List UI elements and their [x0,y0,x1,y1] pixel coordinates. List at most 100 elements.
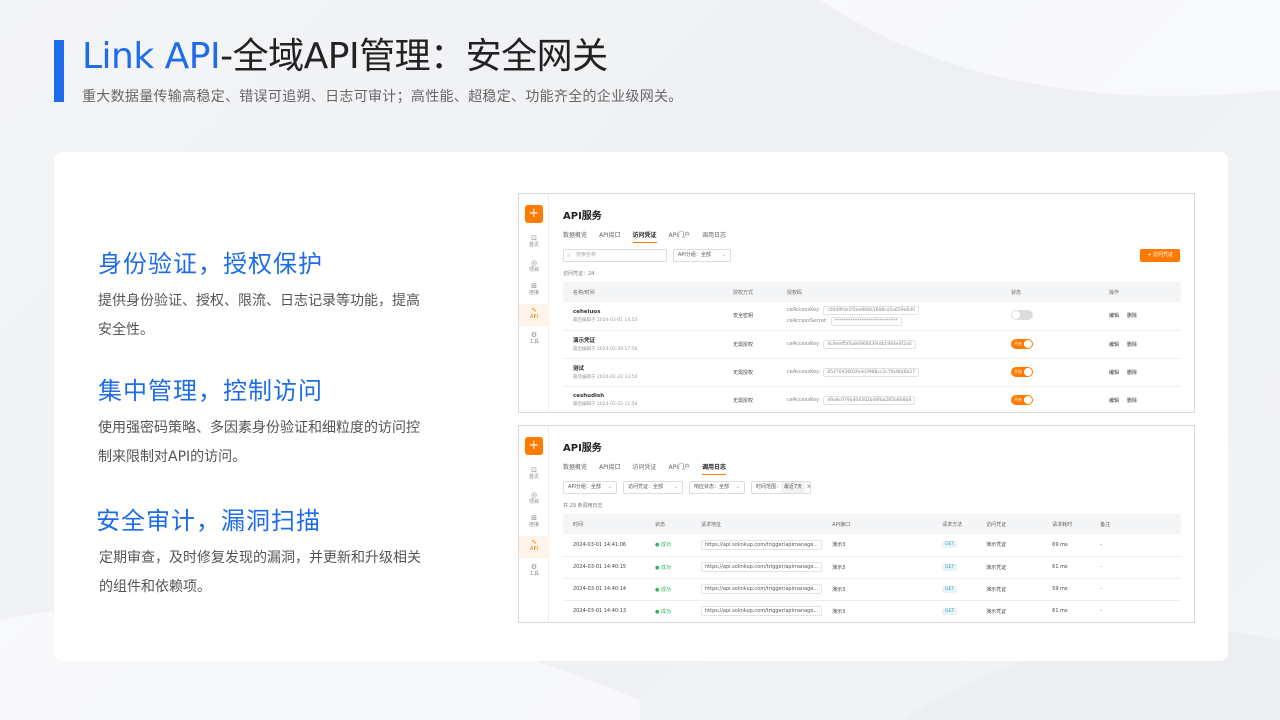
call-logs-screenshot: + ⊡ 首页 ◎ 项目 ⊞ 连接 ∿ API ⚙ 工具 API服务 数据概览 API接口 … [518,425,1195,623]
feature-heading: 身份验证，授权保护 [98,250,323,278]
access-key-field[interactable]: 8547043602fe4d3988cc2c7fb4846b27 [823,367,920,377]
access-secret-field[interactable]: **************************** [830,316,902,326]
status-badge: ● 成功 [645,578,691,601]
delete-link[interactable]: 删除 [1127,370,1137,376]
feature-heading: 集中管理，控制访问 [98,377,323,405]
create-button[interactable]: + [525,205,543,223]
api-icon: ∿ [531,306,537,314]
access-key-field[interactable]: 4c0eeff5f4a8496603f4db1984e0f2a0 [823,339,916,349]
status-toggle[interactable]: 开启 [1011,395,1033,405]
tab-api[interactable]: API接口 [599,230,621,243]
feature-body: 提供身份验证、授权、限流、日志记录等功能，提高安全性。 [98,293,420,338]
group-filter-select[interactable]: API分组：全部 ⌄ [563,481,617,494]
tab-logs[interactable]: 调用日志 [702,230,726,243]
table-row: ceheiuos 最后编辑于 2024-03-01 14:53 安全密钥 ceAc… [563,302,1181,331]
create-button[interactable]: + [525,437,543,455]
add-credential-button[interactable]: + 访问凭证 [1140,249,1180,262]
request-url[interactable]: https://api.solinkup.com/trigger/apimana… [701,584,823,594]
status-toggle[interactable]: 开启 [1011,339,1033,349]
feature-body: 使用强密码策略、多因素身份验证和细粒度的访问控制来限制对API的访问。 [98,420,420,465]
tools-icon: ⚙ [530,563,538,571]
tools-icon: ⚙ [530,331,538,339]
log-count: 共 29 条调用日志 [563,503,603,509]
feature-body: 定期审查，及时修复发现的漏洞，并更新和升级相关的组件和依赖项。 [99,550,421,595]
chevron-down-icon: ⌄ [673,484,678,490]
request-url[interactable]: https://api.solinkup.com/trigger/apimana… [701,562,823,572]
app-content: API服务 数据概览 API接口 访问凭证 API门户 调用日志 ⌕ 搜索名称 A… [549,194,1194,412]
app-content: API服务 数据概览 API接口 访问凭证 API门户 调用日志 API分组：全… [549,426,1194,622]
edit-link[interactable]: 编辑 [1109,313,1119,319]
delete-link[interactable]: 删除 [1127,342,1137,348]
rail-item-home[interactable]: ⊡ 首页 [519,235,549,249]
edit-link[interactable]: 编辑 [1109,398,1119,404]
table-row: 2024-03-01 14:40:15 ● 成功 https://api.sol… [563,556,1181,579]
group-filter-select[interactable]: API分组：全部 ⌄ [673,249,731,262]
project-icon: ◎ [530,491,538,499]
status-filter-select[interactable]: 响应状态：全部 ⌄ [689,481,745,494]
rail-item-project[interactable]: ◎ 项目 [519,260,549,274]
rail-item-tools[interactable]: ⚙ 工具 [519,564,549,578]
table-row: 2024-03-01 14:41:06 ● 成功 https://api.sol… [563,534,1181,557]
status-badge: ● 成功 [645,600,691,622]
tab-portal[interactable]: API门户 [669,230,691,243]
tab-bar: 数据概览 API接口 访问凭证 API门户 调用日志 [563,230,726,243]
rail-item-api[interactable]: ∿ API [519,536,549,558]
chevron-down-icon: ⌄ [735,484,740,490]
feature-heading: 安全审计，漏洞扫描 [96,507,321,535]
edit-link[interactable]: 编辑 [1109,342,1119,348]
status-toggle[interactable]: 开启 [1011,367,1033,377]
logs-table: 时间 状态 请求地址 API接口 请求方法 访问凭证 请求耗时 备注 2024-… [563,514,1181,622]
home-icon: ⊡ [531,234,537,242]
chevron-down-icon: ⌄ [607,484,612,490]
status-toggle[interactable] [1011,309,1033,320]
credential-count: 访问凭证：24 [563,271,595,277]
api-icon: ∿ [531,538,537,546]
feature-access-control: 集中管理，控制访问 使用强密码策略、多因素身份验证和细粒度的访问控制来限制对AP… [98,371,430,472]
rail-item-project[interactable]: ◎ 项目 [519,492,549,506]
tab-portal[interactable]: API门户 [669,462,691,475]
access-key-field[interactable]: d9a8c079a404302bd8fba285b868b8 [823,395,916,405]
search-input[interactable]: ⌕ 搜索名称 [563,249,667,262]
delete-link[interactable]: 删除 [1127,313,1137,319]
rail-item-connector[interactable]: ⊞ 连接 [519,515,549,529]
table-row: 演示凭证 最后编辑于 2024-02-29 17:56 无需授权 ceAccess… [563,330,1181,359]
request-url[interactable]: https://api.solinkup.com/trigger/apimana… [701,539,823,550]
tab-credentials[interactable]: 访问凭证 [632,230,657,243]
table-header: 名称/时间 授权方式 授权码 状态 操作 [563,282,1181,302]
rail-item-home[interactable]: ⊡ 首页 [519,467,549,481]
rail-item-tools[interactable]: ⚙ 工具 [519,332,549,346]
edit-link[interactable]: 编辑 [1109,370,1119,376]
chevron-down-icon: ⌄ [721,252,726,258]
rail-item-api[interactable]: ∿ API [519,304,549,326]
tab-credentials[interactable]: 访问凭证 [633,462,657,475]
tab-bar: 数据概览 API接口 访问凭证 API门户 调用日志 [563,462,727,475]
title-text: -全域API管理：安全网关 [220,36,608,77]
table-row: 测试 最后编辑于 2024-02-22 13:56 无需授权 ceAccessKe… [563,358,1181,387]
tab-overview[interactable]: 数据概览 [563,462,587,475]
app-title: API服务 [563,443,602,454]
access-key-field[interactable]: c00d9fde1f3ee868b1608ca5a659e6d0 [823,305,919,315]
credentials-screenshot: + ⊡ 首页 ◎ 项目 ⊞ 连接 ∿ API ⚙ 工具 API服务 数据概览 API接口 … [518,193,1195,413]
search-icon: ⌕ [567,252,571,259]
connector-icon: ⊞ [531,514,537,522]
page-title: Link API-全域API管理：安全网关 [82,34,608,80]
tab-api[interactable]: API接口 [599,462,621,475]
delete-link[interactable]: 删除 [1127,398,1137,404]
feature-identity: 身份验证，授权保护 提供身份验证、授权、限流、日志记录等功能，提高安全性。 [98,244,430,345]
table-header: 时间 状态 请求地址 API接口 请求方法 访问凭证 请求耗时 备注 [563,514,1181,534]
credential-filter-select[interactable]: 访问凭证：全部 ⌄ [623,481,683,494]
tab-logs[interactable]: 调用日志 [702,462,727,475]
feature-audit: 安全审计，漏洞扫描 定期审查，及时修复发现的漏洞，并更新和升级相关的组件和依赖项… [96,501,431,602]
app-title: API服务 [563,211,602,222]
time-range-select[interactable]: 时间范围： 最近7天 × [751,481,811,494]
rail-item-connector[interactable]: ⊞ 连接 [519,283,549,297]
app-rail: + ⊡ 首页 ◎ 项目 ⊞ 连接 ∿ API ⚙ 工具 [519,194,549,412]
table-row: 2024-03-01 14:40:13 ● 成功 https://api.sol… [563,600,1181,622]
tab-overview[interactable]: 数据概览 [563,230,587,243]
request-url[interactable]: https://api.solinkup.com/trigger/apimana… [701,606,823,616]
credentials-table: 名称/时间 授权方式 授权码 状态 操作 ceheiuos 最后编辑于 2024-… [563,282,1181,412]
status-badge: ● 成功 [645,534,691,557]
connector-icon: ⊞ [531,282,537,290]
title-accent-bar [54,40,64,102]
page-subtitle: 重大数据量传输高稳定、错误可追朔、日志可审计；高性能、超稳定、功能齐全的企业级网… [82,89,683,105]
